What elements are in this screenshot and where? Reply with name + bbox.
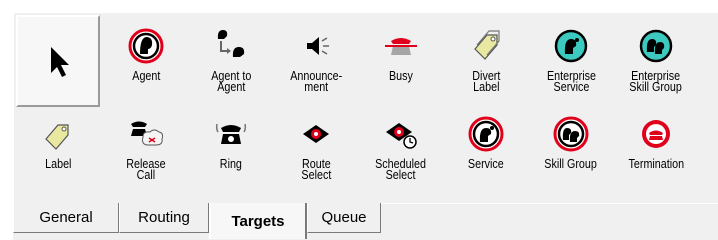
- object-palette: Agent Agent to Agent Announce- ment Busy…: [0, 0, 718, 240]
- select-tool[interactable]: [16, 15, 100, 107]
- skill-group-tool[interactable]: Skill Group: [529, 109, 613, 201]
- tool-label: Label: [44, 157, 72, 171]
- tab-strip: General Routing Targets Queue: [13, 203, 718, 240]
- tab-queue[interactable]: Queue: [307, 203, 381, 233]
- agent-icon: [128, 28, 164, 64]
- tool-label: Skill Group: [544, 157, 598, 171]
- label-tag-icon: [45, 124, 69, 150]
- tool-label: Busy: [389, 69, 413, 83]
- tab-label: Queue: [321, 209, 367, 226]
- tool-label: Route Select: [301, 157, 331, 182]
- scheduled-select-icon: [386, 123, 417, 149]
- arrow-pointer-icon: [51, 47, 69, 77]
- route-select-tool[interactable]: Route Select: [274, 109, 358, 201]
- announcement-tool[interactable]: Announce- ment: [274, 15, 358, 107]
- agent-tool[interactable]: Agent: [104, 15, 188, 107]
- palette-panel: Agent Agent to Agent Announce- ment Busy…: [13, 12, 718, 204]
- ring-tool[interactable]: Ring: [189, 109, 273, 201]
- agent-to-agent-tool[interactable]: Agent to Agent: [189, 15, 273, 107]
- tab-label: Routing: [138, 209, 190, 226]
- termination-icon: [642, 120, 670, 148]
- service-tool[interactable]: Service: [444, 109, 528, 201]
- enterprise-service-tool[interactable]: Enterprise Service: [529, 15, 613, 107]
- divert-label-tool[interactable]: Divert Label: [444, 15, 528, 107]
- tool-label: Release Call: [126, 157, 166, 182]
- release-call-icon: [131, 121, 164, 146]
- route-select-icon: [303, 125, 329, 143]
- tool-label: Ring: [219, 157, 243, 171]
- termination-tool[interactable]: Termination: [614, 109, 698, 201]
- enterprise-skill-group-icon: [639, 29, 673, 63]
- skill-group-icon: [553, 116, 589, 152]
- busy-phone-icon: [385, 38, 417, 55]
- agent-to-agent-icon: [217, 30, 245, 57]
- tool-label: Agent to Agent: [210, 69, 252, 94]
- tool-label: Enterprise Service: [546, 69, 596, 94]
- tool-label: Enterprise Skill Group: [629, 69, 683, 94]
- release-call-tool[interactable]: Release Call: [104, 109, 188, 201]
- tab-label: General: [39, 209, 93, 226]
- ring-phone-icon: [215, 123, 247, 144]
- tab-general[interactable]: General: [13, 203, 119, 233]
- tab-label: Targets: [231, 212, 285, 230]
- announcement-icon: [307, 37, 329, 55]
- tab-targets[interactable]: Targets: [209, 203, 307, 239]
- busy-tool[interactable]: Busy: [359, 15, 443, 107]
- tool-label: Announce- ment: [289, 69, 343, 94]
- enterprise-service-icon: [554, 29, 588, 63]
- tool-label: Termination: [628, 157, 684, 171]
- enterprise-skill-group-tool[interactable]: Enterprise Skill Group: [614, 15, 698, 107]
- tab-routing[interactable]: Routing: [119, 203, 209, 233]
- tool-label: Scheduled Select: [375, 157, 427, 182]
- tool-label: Service: [468, 157, 504, 171]
- tool-label: Divert Label: [471, 69, 501, 94]
- scheduled-select-tool[interactable]: Scheduled Select: [359, 109, 443, 201]
- service-icon: [468, 116, 504, 152]
- divert-label-icon: [474, 30, 500, 60]
- tool-label: Agent: [131, 69, 161, 83]
- label-tool[interactable]: Label: [16, 109, 100, 201]
